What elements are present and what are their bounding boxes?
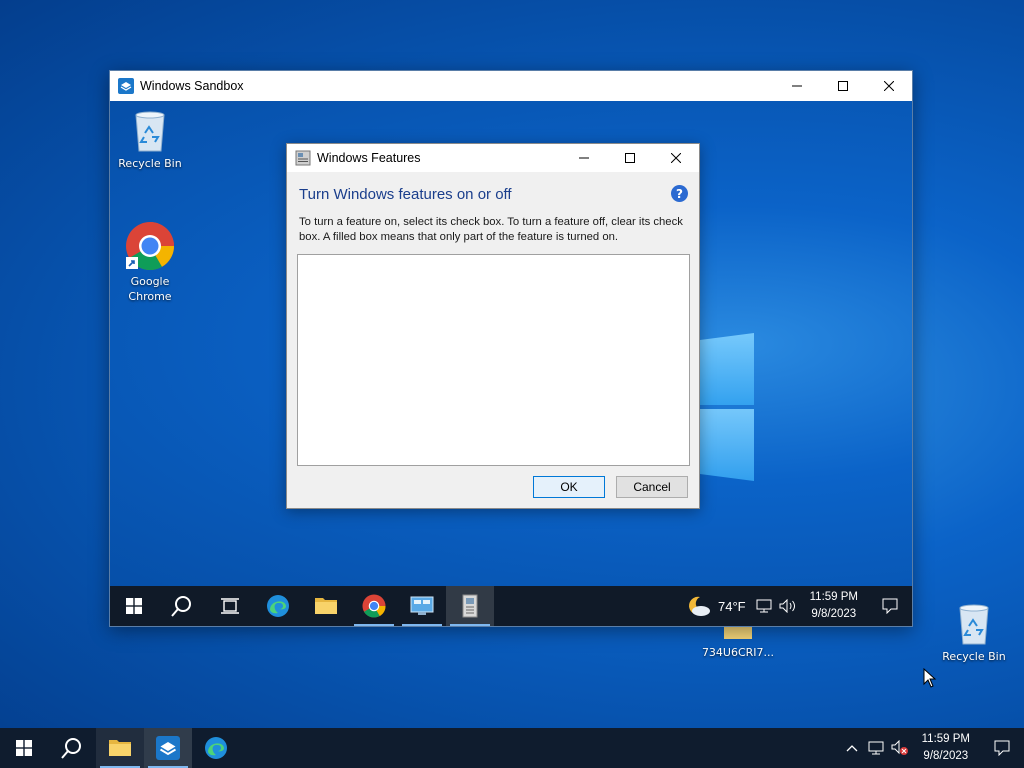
chrome-icon: [362, 594, 386, 618]
windows-features-icon: [462, 594, 478, 618]
clock-date: 9/8/2023: [923, 750, 969, 762]
maximize-icon: [838, 81, 848, 91]
windows-start-icon: [126, 598, 142, 614]
ok-button[interactable]: OK: [533, 476, 605, 498]
search-button[interactable]: [48, 728, 96, 768]
start-button[interactable]: [110, 586, 158, 626]
search-icon: [61, 738, 81, 759]
volume-muted-icon: [891, 740, 908, 755]
edge-taskbar-button[interactable]: [254, 586, 302, 626]
clock-date: 9/8/2023: [811, 608, 857, 620]
sandbox-icon-chrome[interactable]: Google Chrome: [110, 221, 190, 304]
folder-label: 734U6CRI7...: [701, 646, 775, 659]
sandbox-system-tray: 74°F 11:59 PM 9/8/2023: [680, 586, 912, 626]
show-hidden-icons-button[interactable]: [840, 728, 864, 768]
clock-time: 11:59 PM: [809, 591, 858, 603]
features-tree-list[interactable]: [297, 254, 690, 466]
chrome-label: Google Chrome: [128, 275, 172, 303]
sandbox-titlebar[interactable]: Windows Sandbox: [110, 71, 912, 101]
host-taskbar: 11:59 PM 9/8/2023: [0, 728, 1024, 768]
features-title: Windows Features: [317, 151, 421, 165]
control-panel-icon: [410, 596, 434, 615]
volume-tray-button[interactable]: [888, 728, 912, 768]
desktop-icon-recycle-bin[interactable]: Recycle Bin: [934, 602, 1014, 664]
maximize-icon: [625, 153, 635, 163]
action-center-button[interactable]: [980, 728, 1024, 768]
cancel-button[interactable]: Cancel: [616, 476, 688, 498]
minimize-button[interactable]: [561, 144, 607, 172]
features-caption-buttons: [561, 144, 699, 172]
chrome-taskbar-button[interactable]: [350, 586, 398, 626]
recycle-bin-label: Recycle Bin: [942, 650, 1006, 663]
minimize-button[interactable]: [774, 71, 820, 101]
minimize-icon: [792, 85, 802, 87]
folder-icon: [315, 598, 337, 614]
task-view-button[interactable]: [206, 586, 254, 626]
windows-features-icon: [295, 150, 311, 166]
action-center-button[interactable]: [868, 586, 912, 626]
maximize-button[interactable]: [820, 71, 866, 101]
close-button[interactable]: [653, 144, 699, 172]
sandbox-title: Windows Sandbox: [140, 79, 244, 93]
chevron-up-icon: [846, 745, 858, 752]
edge-icon: [205, 737, 227, 759]
notification-icon: [882, 598, 898, 614]
recycle-bin-icon: [959, 604, 989, 645]
close-button[interactable]: [866, 71, 912, 101]
recycle-bin-label: Recycle Bin: [118, 157, 182, 170]
network-icon: [868, 741, 884, 755]
mouse-cursor-icon: [923, 668, 937, 688]
sandbox-clock[interactable]: 11:59 PM 9/8/2023: [800, 589, 868, 623]
close-icon: [884, 81, 894, 91]
notification-icon: [994, 740, 1010, 756]
features-heading: Turn Windows features on or off: [299, 186, 512, 203]
host-clock[interactable]: 11:59 PM 9/8/2023: [912, 731, 980, 765]
sandbox-taskbar-button[interactable]: [144, 728, 192, 768]
start-button[interactable]: [0, 728, 48, 768]
weather-widget[interactable]: 74°F: [680, 594, 752, 618]
control-panel-taskbar-button[interactable]: [398, 586, 446, 626]
weather-temperature: 74°F: [718, 598, 746, 614]
volume-icon: [779, 599, 795, 613]
edge-taskbar-button[interactable]: [192, 728, 240, 768]
network-tray-button[interactable]: [752, 586, 776, 626]
help-icon[interactable]: ?: [671, 185, 688, 202]
folder-icon: [109, 740, 131, 756]
file-explorer-taskbar-button[interactable]: [96, 728, 144, 768]
features-titlebar[interactable]: Windows Features: [287, 144, 699, 172]
sandbox-taskbar: 74°F 11:59 PM 9/8/2023: [110, 586, 912, 626]
edge-icon: [267, 595, 289, 617]
weather-moon-cloud-icon: [689, 596, 711, 616]
close-icon: [671, 153, 681, 163]
sandbox-app-icon: [118, 78, 134, 94]
features-description: To turn a feature on, select its check b…: [299, 216, 683, 243]
sandbox-app-icon: [156, 736, 180, 760]
search-icon: [171, 596, 191, 617]
clock-time: 11:59 PM: [921, 733, 970, 745]
sandbox-icon-recycle-bin[interactable]: Recycle Bin: [110, 109, 190, 171]
chrome-icon: [126, 222, 174, 271]
windows-logo-wallpaper: [698, 333, 758, 485]
windows-features-dialog: Windows Features Turn Windows features o…: [286, 143, 700, 509]
minimize-icon: [579, 157, 589, 159]
file-explorer-taskbar-button[interactable]: [302, 586, 350, 626]
task-view-icon: [221, 598, 239, 614]
host-system-tray: 11:59 PM 9/8/2023: [840, 728, 1024, 768]
maximize-button[interactable]: [607, 144, 653, 172]
windows-features-taskbar-button[interactable]: [446, 586, 494, 626]
sandbox-caption-buttons: [774, 71, 912, 101]
network-icon: [756, 599, 772, 613]
network-tray-button[interactable]: [864, 728, 888, 768]
search-button[interactable]: [158, 586, 206, 626]
recycle-bin-icon: [135, 111, 165, 152]
windows-start-icon: [16, 740, 32, 756]
volume-tray-button[interactable]: [776, 586, 800, 626]
